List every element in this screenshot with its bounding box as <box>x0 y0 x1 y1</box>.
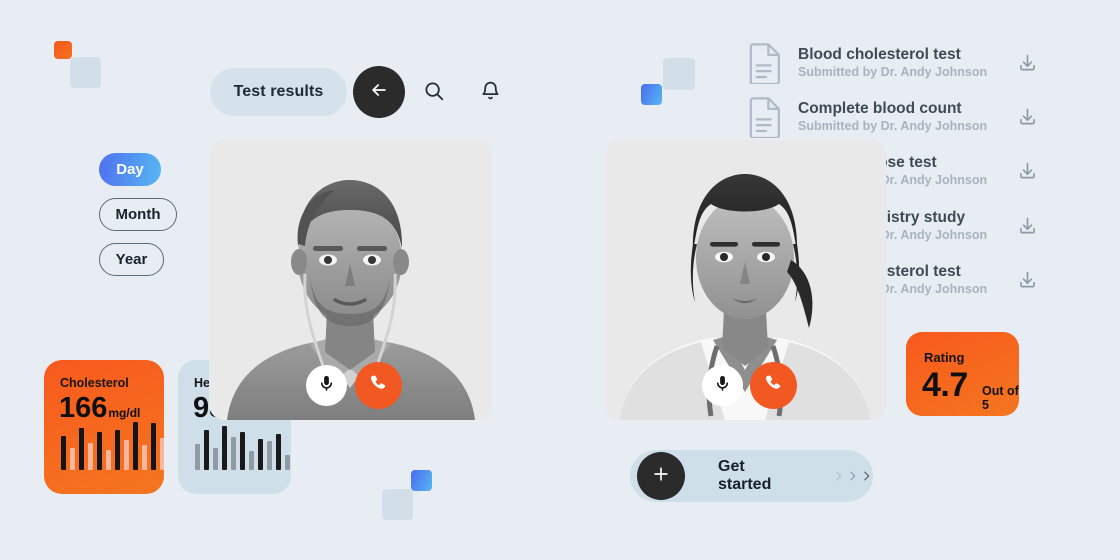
decor-square-blue-top-mid <box>641 84 662 105</box>
doctor-video-card[interactable] <box>605 140 886 420</box>
app-canvas: Test results Day Month Year Blood choles… <box>0 0 1120 560</box>
rating-label: Rating <box>924 350 965 365</box>
metric-unit-cholesterol: mg/dl <box>108 406 141 420</box>
document-subtitle: Submitted by Dr. Andy Johnson <box>798 65 988 79</box>
metric-label-cholesterol: Cholesterol <box>60 376 129 390</box>
page-title-pill: Test results <box>210 68 347 116</box>
metric-bar <box>88 443 93 470</box>
download-icon[interactable] <box>1016 216 1038 237</box>
metric-bar <box>285 455 290 470</box>
document-texts: Blood cholesterol test Submitted by Dr. A… <box>798 45 1006 81</box>
metric-bar <box>133 422 138 470</box>
decor-square-pale-top-mid <box>663 58 695 90</box>
document-texts: Complete blood count Submitted by Dr. And… <box>798 99 1006 135</box>
decor-square-pale-bottom <box>382 489 413 520</box>
filter-year-label: Year <box>115 251 148 268</box>
metric-bar <box>213 448 218 470</box>
metric-bar <box>231 437 236 470</box>
document-icon <box>748 96 784 140</box>
download-icon[interactable] <box>1016 161 1038 182</box>
filter-day-label: Day <box>116 161 144 178</box>
phone-icon <box>763 373 784 399</box>
microphone-icon <box>317 374 336 398</box>
filter-month[interactable]: Month <box>99 198 177 231</box>
search-icon <box>423 80 445 105</box>
metric-bar <box>195 444 200 470</box>
metric-bar <box>106 450 111 470</box>
metric-bar <box>151 423 156 470</box>
metric-bar <box>267 441 272 470</box>
metric-bar <box>124 440 129 470</box>
metric-bar <box>258 439 263 470</box>
patient-portrait <box>209 140 492 420</box>
download-icon[interactable] <box>1016 270 1038 291</box>
metric-bar <box>70 448 75 470</box>
search-button[interactable] <box>420 78 448 106</box>
patient-mic-button[interactable] <box>306 365 347 406</box>
download-icon[interactable] <box>1016 53 1038 74</box>
get-started-label: Get started <box>718 458 772 493</box>
rating-out-of: Out of 5 <box>982 384 1019 412</box>
get-started-button[interactable]: Get started <box>630 450 873 502</box>
metric-bar <box>142 445 147 470</box>
back-button[interactable] <box>353 66 405 118</box>
decor-square-blue-bottom <box>411 470 432 491</box>
document-row[interactable]: Blood cholesterol test Submitted by Dr. A… <box>748 40 1038 86</box>
document-icon <box>748 42 784 86</box>
add-icon-circle[interactable] <box>637 452 685 500</box>
document-row[interactable]: Complete blood count Submitted by Dr. And… <box>748 94 1038 140</box>
document-title: Complete blood count <box>798 100 962 117</box>
metric-bar <box>276 434 281 470</box>
patient-video-card[interactable] <box>209 140 492 420</box>
microphone-icon <box>713 374 732 398</box>
filter-day[interactable]: Day <box>99 153 161 186</box>
rating-value: 4.7 <box>922 366 968 404</box>
metric-card-cholesterol[interactable]: Cholesterol 166 mg/dl <box>44 360 164 494</box>
decor-square-pale-top-left <box>70 57 101 88</box>
metric-bar <box>79 428 84 470</box>
metric-bars-cholesterol <box>61 420 164 470</box>
chevrons-right-icon <box>832 469 873 483</box>
phone-icon <box>368 373 389 399</box>
metric-bar <box>249 451 254 470</box>
metric-bar <box>61 436 66 470</box>
decor-square-orange-top-left <box>54 41 72 59</box>
notifications-button[interactable] <box>476 78 504 106</box>
metric-bar <box>240 432 245 470</box>
download-icon[interactable] <box>1016 107 1038 128</box>
document-subtitle: Submitted by Dr. Andy Johnson <box>798 119 988 133</box>
metric-bar <box>115 430 120 470</box>
doctor-mic-button[interactable] <box>702 365 743 406</box>
metric-bar <box>222 426 227 470</box>
patient-call-button[interactable] <box>355 362 402 409</box>
filter-month-label: Month <box>115 206 161 223</box>
arrow-left-icon <box>369 80 389 105</box>
metric-bar <box>97 432 102 470</box>
doctor-portrait <box>605 140 886 420</box>
document-title: Blood cholesterol test <box>798 46 961 63</box>
metric-bar <box>204 430 209 470</box>
doctor-call-button[interactable] <box>750 362 797 409</box>
bell-icon <box>480 80 501 104</box>
filter-year[interactable]: Year <box>99 243 164 276</box>
metric-bars-heartrate <box>195 422 291 470</box>
metric-bar <box>160 438 164 470</box>
rating-card: Rating 4.7 Out of 5 <box>906 332 1019 416</box>
page-title: Test results <box>233 83 324 100</box>
plus-icon <box>651 464 671 489</box>
